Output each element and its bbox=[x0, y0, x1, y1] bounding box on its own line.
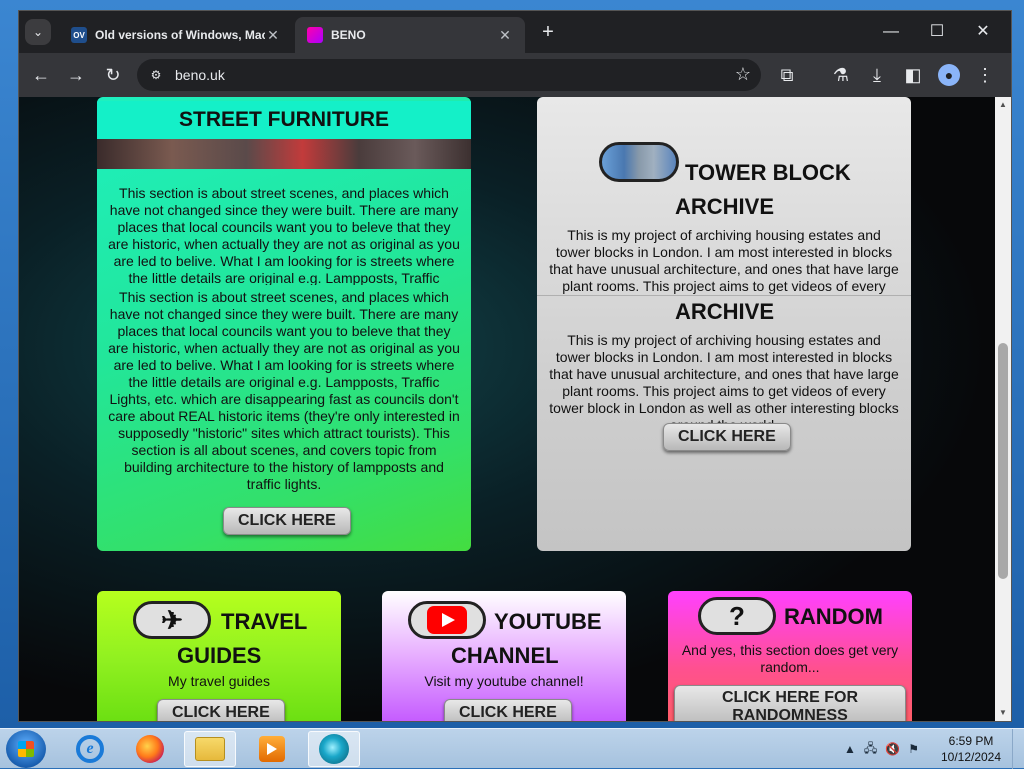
tab-strip: ⌄ OV Old versions of Windows, Mac ✕ BENO… bbox=[19, 11, 1011, 53]
tab-title: Old versions of Windows, Mac bbox=[95, 28, 265, 42]
tab-search-button[interactable]: ⌄ bbox=[25, 19, 51, 45]
youtube-heading-line1: YOUTUBE bbox=[494, 609, 602, 634]
street-click-here-button[interactable]: CLICK HERE bbox=[223, 507, 351, 535]
menu-kebab-icon[interactable]: ⋮ bbox=[971, 61, 999, 89]
youtube-heading-line2: CHANNEL bbox=[451, 643, 559, 668]
site-info-icon[interactable]: ⚙ bbox=[147, 66, 165, 84]
tower-block-thumbnail-icon bbox=[599, 142, 679, 182]
street-photo-banner bbox=[97, 139, 471, 169]
page-scrollbar[interactable]: ▲ ▼ bbox=[995, 97, 1011, 721]
scroll-up-arrow-icon[interactable]: ▲ bbox=[995, 97, 1011, 113]
folder-icon bbox=[195, 737, 225, 761]
airplane-icon: ✈ bbox=[133, 601, 211, 639]
tower-heading-line2: ARCHIVE bbox=[675, 194, 775, 219]
internet-explorer-icon: e bbox=[76, 735, 104, 763]
browser-window: ⌄ OV Old versions of Windows, Mac ✕ BENO… bbox=[18, 10, 1012, 722]
windows-logo-icon bbox=[18, 741, 34, 757]
tower-heading-line1: TOWER BLOCK bbox=[685, 160, 851, 185]
bookmark-star-icon[interactable]: ☆ bbox=[735, 64, 751, 85]
question-mark-icon: ? bbox=[698, 597, 776, 635]
tab-title: BENO bbox=[331, 28, 366, 42]
beno-favicon-icon bbox=[307, 27, 323, 43]
browser-toolbar: ← → ↻ ⚙ beno.uk ☆ ⧉ ⚗ ⤓ ◧ ● ⋮ bbox=[19, 53, 1011, 97]
street-furniture-heading: STREET FURNITURE bbox=[97, 101, 471, 139]
forward-button[interactable]: → bbox=[62, 61, 90, 89]
close-window-button[interactable]: ✕ bbox=[961, 17, 1005, 47]
profile-avatar-icon[interactable]: ● bbox=[938, 64, 960, 86]
maximize-button[interactable]: ☐ bbox=[915, 17, 959, 47]
labs-flask-icon[interactable]: ⚗ bbox=[827, 61, 855, 89]
youtube-channel-card: YOUTUBE CHANNEL Visit my youtube channel… bbox=[382, 591, 626, 721]
tower-heading-repeat: ARCHIVE bbox=[675, 299, 775, 324]
street-description-overlap: This section is about street scenes, and… bbox=[108, 185, 460, 285]
close-tab-icon[interactable]: ✕ bbox=[265, 27, 281, 44]
tab-old-versions[interactable]: OV Old versions of Windows, Mac ✕ bbox=[59, 17, 293, 53]
browser-icon bbox=[319, 734, 349, 764]
random-button-line1: CLICK HERE FOR bbox=[722, 689, 858, 706]
tab-beno[interactable]: BENO ✕ bbox=[295, 17, 525, 53]
scroll-down-arrow-icon[interactable]: ▼ bbox=[995, 705, 1011, 721]
tray-expand-icon[interactable]: ▲ bbox=[844, 742, 856, 756]
reload-button[interactable]: ↻ bbox=[99, 61, 127, 89]
back-button[interactable]: ← bbox=[27, 61, 55, 89]
tower-description: This is my project of archiving housing … bbox=[549, 332, 899, 433]
tower-click-here-button[interactable]: CLICK HERE bbox=[663, 423, 791, 451]
url-text[interactable]: beno.uk bbox=[175, 67, 225, 83]
taskbar: e ▲ 🖧 🔇 ⚑ 6:59 PM 10/12/2024 bbox=[0, 728, 1024, 769]
new-tab-button[interactable]: + bbox=[537, 21, 559, 43]
firefox-icon bbox=[136, 735, 164, 763]
tower-section-divider bbox=[537, 295, 911, 296]
street-description: This section is about street scenes, and… bbox=[108, 289, 460, 492]
random-button-line2: RANDOMNESS bbox=[732, 707, 848, 721]
close-tab-icon[interactable]: ✕ bbox=[497, 27, 513, 44]
travel-guides-card: ✈ TRAVEL GUIDES My travel guides CLICK H… bbox=[97, 591, 341, 721]
youtube-click-here-button[interactable]: CLICK HERE bbox=[444, 699, 572, 721]
travel-heading-line2: GUIDES bbox=[177, 643, 262, 668]
travel-description: My travel guides bbox=[168, 673, 270, 689]
network-icon[interactable]: 🖧 bbox=[864, 739, 877, 760]
extensions-icon[interactable]: ⧉ bbox=[773, 61, 801, 89]
random-description: And yes, this section does get very rand… bbox=[681, 642, 899, 675]
travel-heading-line1: TRAVEL bbox=[221, 609, 308, 634]
tower-description-overlap: This is my project of archiving housing … bbox=[549, 227, 899, 294]
taskbar-chrome[interactable] bbox=[308, 731, 360, 767]
taskbar-internet-explorer[interactable]: e bbox=[64, 731, 116, 767]
page-viewport: STREET FURNITURE This section is about s… bbox=[19, 97, 995, 721]
random-click-here-button[interactable]: CLICK HERE FOR RANDOMNESS bbox=[674, 685, 906, 721]
tower-block-card: TOWER BLOCK ARCHIVE This is my project o… bbox=[537, 97, 911, 551]
download-icon[interactable]: ⤓ bbox=[863, 61, 891, 89]
random-card: ? RANDOM And yes, this section does get … bbox=[668, 591, 912, 721]
media-player-icon bbox=[259, 736, 285, 762]
side-panel-icon[interactable]: ◧ bbox=[899, 61, 927, 89]
taskbar-media-player[interactable] bbox=[246, 731, 298, 767]
scroll-thumb[interactable] bbox=[998, 343, 1008, 579]
youtube-logo-icon bbox=[408, 601, 486, 639]
clock-date: 10/12/2024 bbox=[940, 750, 1002, 764]
street-furniture-card: STREET FURNITURE This section is about s… bbox=[97, 97, 471, 551]
action-center-flag-icon[interactable]: ⚑ bbox=[908, 742, 919, 756]
travel-click-here-button[interactable]: CLICK HERE bbox=[157, 699, 285, 721]
taskbar-explorer[interactable] bbox=[184, 731, 236, 767]
minimize-button[interactable]: — bbox=[869, 17, 913, 47]
system-tray: ▲ 🖧 🔇 ⚑ bbox=[844, 739, 919, 759]
random-heading: RANDOM bbox=[784, 604, 883, 629]
clock[interactable]: 6:59 PM 10/12/2024 bbox=[936, 733, 1006, 765]
clock-time: 6:59 PM bbox=[948, 734, 994, 748]
start-button[interactable] bbox=[6, 730, 46, 768]
oldversion-favicon-icon: OV bbox=[71, 27, 87, 43]
show-desktop-button[interactable] bbox=[1012, 729, 1024, 769]
youtube-description: Visit my youtube channel! bbox=[424, 673, 584, 689]
taskbar-firefox[interactable] bbox=[124, 731, 176, 767]
address-bar[interactable]: ⚙ beno.uk ☆ bbox=[137, 59, 761, 91]
volume-muted-icon[interactable]: 🔇 bbox=[885, 742, 900, 756]
